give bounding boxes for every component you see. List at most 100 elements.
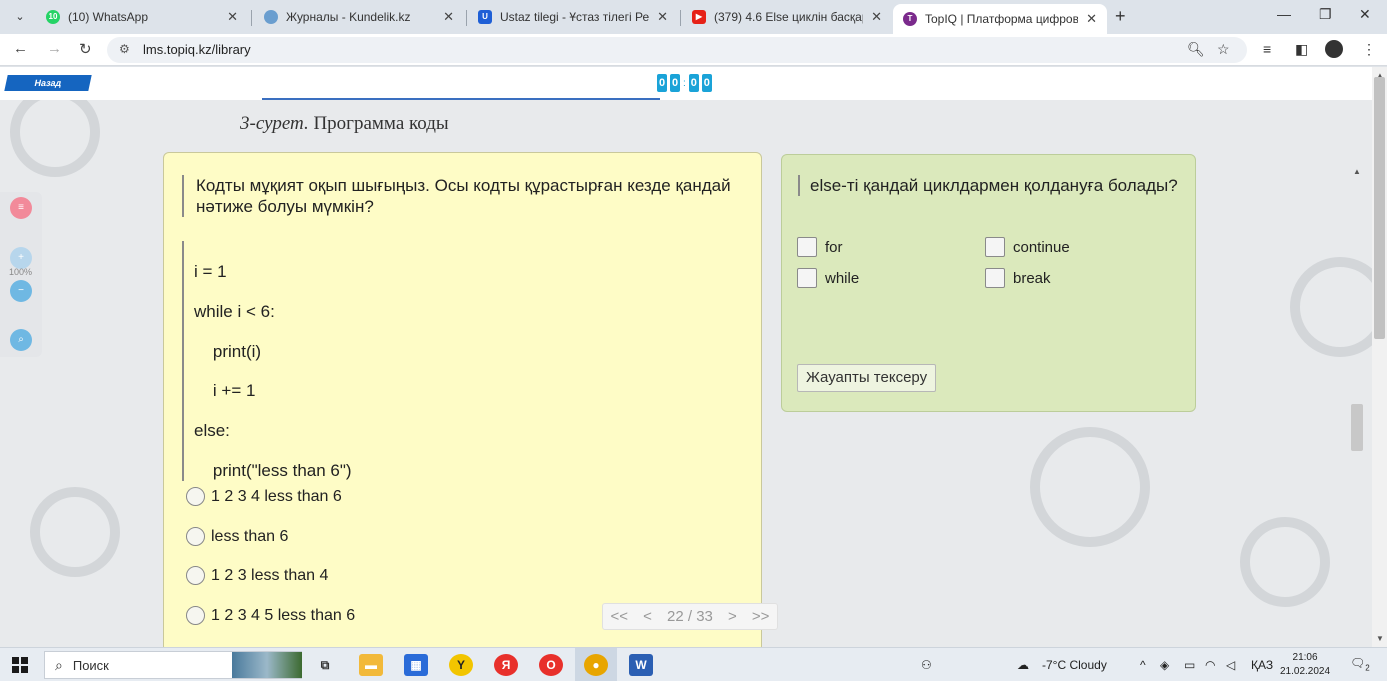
volume-icon[interactable]: ◁ [1226,658,1235,672]
tab-title: Журналы - Kundelik.kz [286,10,411,24]
scroll-up-icon[interactable]: ▲ [1353,167,1361,176]
radio-button[interactable] [186,566,205,585]
windows-taskbar: ⌕ Поиск ⧉ ▬ ▦ Y Я O ● W ⚇ ☁ -7°C Cloudy … [0,647,1387,681]
file-explorer-icon[interactable]: ▬ [359,654,383,676]
radio-button[interactable] [186,487,205,506]
side-panel-icon[interactable]: ◧ [1295,41,1308,58]
checkbox-label: continue [1013,238,1070,256]
zoom-icon[interactable]: 🔍︎ [1187,41,1205,58]
checkbox[interactable] [985,268,1005,288]
tab-ustaz-tilegi[interactable]: U Ustaz tilegi - Ұстаз тілегі Респу ✕ [468,4,678,30]
task-view-icon[interactable]: ⧉ [313,654,337,676]
menu-kebab-icon[interactable]: ⋮ [1362,41,1376,58]
answer-option[interactable]: less than 6 [186,527,288,546]
checkbox[interactable] [985,237,1005,257]
next-page-button[interactable]: > [728,608,737,625]
word-icon[interactable]: W [629,654,653,676]
pagination: << < 22 / 33 > >> [602,603,778,630]
bookmark-star-icon[interactable]: ☆ [1217,41,1230,58]
checkbox-option[interactable]: continue [985,237,1070,257]
ustaz-icon: U [478,10,492,24]
radio-button[interactable] [186,527,205,546]
address-bar[interactable]: ⚙ lms.topiq.kz/library 🔍︎ ☆ [107,37,1247,63]
checkbox[interactable] [797,268,817,288]
prev-page-button[interactable]: < [643,608,652,625]
scroll-down-icon[interactable]: ▼ [1376,634,1384,643]
close-window-icon[interactable]: ✕ [1359,6,1371,23]
back-icon[interactable]: ← [13,40,28,57]
opera-icon[interactable]: O [539,654,563,676]
clock-date: 21.02.2024 [1280,666,1331,677]
caption-label: 3-сурет. [240,113,309,134]
timer-colon: : [683,77,686,89]
media-control-icon[interactable]: ≡ [1263,41,1271,57]
wifi-icon[interactable]: ◠ [1205,658,1215,672]
answer-option-label: less than 6 [211,527,289,545]
tab-kundelik[interactable]: Журналы - Kundelik.kz ✕ [254,4,464,30]
notification-icon[interactable]: 🗨︎2 [1350,656,1370,672]
chrome-icon[interactable]: ● [584,654,608,676]
checkbox-option[interactable]: while [797,268,859,288]
answer-option[interactable]: 1 2 3 4 5 less than 6 [186,606,355,625]
zoom-in-icon[interactable]: + [10,247,32,269]
content-scrollbar[interactable]: ▲ ▼ [1351,167,1363,647]
restore-icon[interactable]: ❐ [1319,6,1332,23]
close-tab-icon[interactable]: ✕ [227,9,238,25]
quiz-topbar: Назад 0 0 : 0 0 [0,67,1372,100]
tab-title: TopIQ | Платформа цифровых [925,12,1079,26]
checkbox-option[interactable]: break [985,268,1051,288]
tab-search-icon[interactable]: ⌄ [10,8,30,26]
search-placeholder: Поиск [72,657,109,673]
back-button[interactable]: Назад [4,75,92,91]
question-1-prompt: Кодты мұқият оқып шығыңыз. Осы кодты құр… [182,175,742,217]
scroll-thumb[interactable] [1374,77,1385,339]
close-tab-icon[interactable]: ✕ [1086,11,1097,27]
page-content: Назад 0 0 : 0 0 3-сурет. Программа коды … [0,67,1372,647]
weather-text[interactable]: -7°C Cloudy [1042,658,1107,672]
last-page-button[interactable]: >> [752,608,770,625]
menu-icon[interactable]: ≡ [10,197,32,219]
checkbox-label: break [1013,269,1051,287]
radio-button[interactable] [186,606,205,625]
answer-option[interactable]: 1 2 3 4 less than 6 [186,487,342,506]
answer-option[interactable]: 1 2 3 less than 4 [186,566,328,585]
profile-avatar[interactable] [1325,40,1343,58]
close-tab-icon[interactable]: ✕ [871,9,882,25]
battery-icon[interactable]: ▭ [1184,658,1195,672]
yandex-browser-icon[interactable]: Y [449,654,473,676]
windows-start-icon[interactable] [12,657,28,673]
tab-title: Ustaz tilegi - Ұстаз тілегі Респу [500,10,650,24]
close-tab-icon[interactable]: ✕ [657,9,668,25]
scroll-thumb[interactable] [1351,404,1363,451]
tray-expand-icon[interactable]: ^ [1140,658,1146,672]
system-clock[interactable]: 21:06 21.02.2024 [1280,651,1330,679]
language-indicator[interactable]: ҚАЗ [1251,658,1273,672]
people-icon[interactable]: ⚇ [921,658,932,672]
timer-digit: 0 [701,74,712,92]
checkbox[interactable] [797,237,817,257]
check-answer-button[interactable]: Жауапты тексеру [797,364,937,392]
code-line: print(i) [194,342,262,361]
new-tab-icon[interactable]: + [1115,6,1126,27]
site-info-icon[interactable]: ⚙ [119,42,130,56]
tab-topiq[interactable]: T TopIQ | Платформа цифровых ✕ [893,4,1107,34]
first-page-button[interactable]: << [611,608,629,625]
forward-icon[interactable]: → [47,40,62,57]
notification-count: 2 [1365,663,1370,673]
zoom-out-icon[interactable]: − [10,280,32,302]
tab-strip: ⌄ 10 (10) WhatsApp ✕ Журналы - Kundelik.… [0,0,1387,34]
url-text[interactable]: lms.topiq.kz/library [143,42,251,57]
page-scrollbar[interactable]: ▲ ▼ [1372,67,1387,647]
store-icon[interactable]: ▦ [404,654,428,676]
whatsapp-icon: 10 [46,10,60,24]
tab-whatsapp[interactable]: 10 (10) WhatsApp ✕ [36,4,248,30]
reload-icon[interactable]: ↻ [79,40,92,58]
close-tab-icon[interactable]: ✕ [443,9,454,25]
yandex-icon[interactable]: Я [494,654,518,676]
checkbox-option[interactable]: for [797,237,843,257]
tab-youtube[interactable]: ▶ (379) 4.6 Else циклін басқару - ✕ [682,4,892,30]
network-icon[interactable]: ◈ [1160,658,1169,672]
search-icon[interactable]: ⌕ [10,329,32,351]
minimize-icon[interactable]: — [1277,6,1291,22]
youtube-icon: ▶ [692,10,706,24]
